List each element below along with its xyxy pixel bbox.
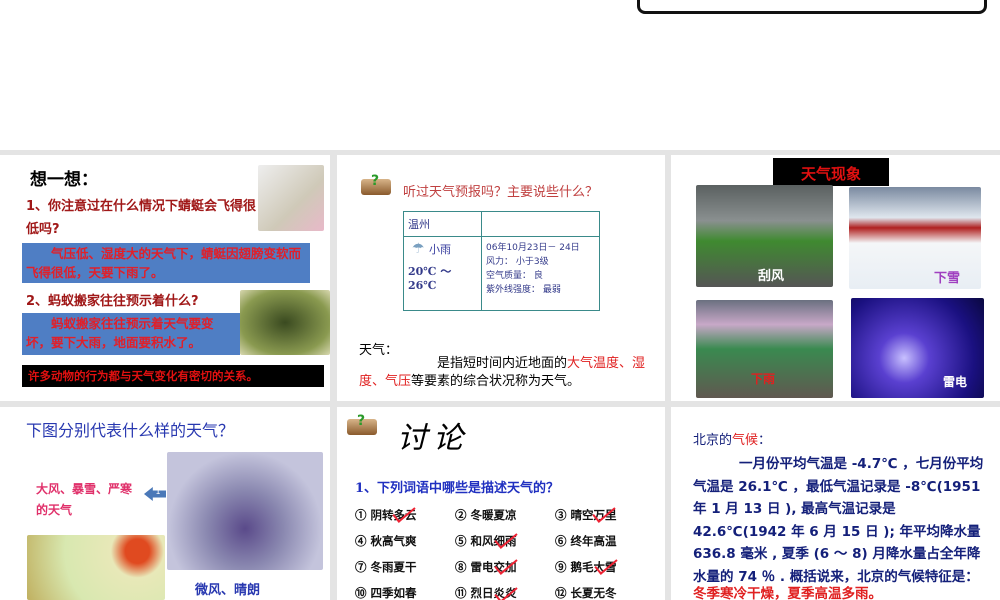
slide-thumbnail-forecast[interactable]: 听过天气预报吗？主要说些什么？ 温州 ☂ 小雨 20℃ ～26℃ 06年10月2… [337,155,665,401]
caption: 下雨 [751,372,776,386]
option: ④ 秋高气爽 [355,534,417,548]
forecast-table: 温州 ☂ 小雨 20℃ ～26℃ 06年10月23日－ 24日 风力： 小于3级空… [403,211,600,311]
slide-thumbnail-discussion[interactable]: 讨论 1、下列词语中哪些是描述天气的？ ① 阴转多云 ② 冬暖夏凉 ③ 晴空万里… [337,407,665,600]
book-question-icon [361,173,391,195]
option: ⑩ 四季如春 [355,586,417,600]
forecast-air: 空气质量： 良 [486,271,543,281]
ants-image [240,290,330,355]
forecast-date: 06年10月23日－ 24日 [486,243,580,253]
weather-label: 小雨 [429,243,452,256]
heading-highlight: 气候 [732,433,759,448]
answer-1-box: 气压低、湿度大的天气下，蜻蜓因翅膀变软而飞得很低，天要下雨了。 [22,243,310,283]
definition-text: 是指短时间内近地面的 [437,356,568,371]
forecast-wind: 风力： 小于3级 [486,257,549,267]
climate-body: 一月份平均气温是 -4.7℃ ，七月份平均气温是 26.1℃ ，最低气温记录是 … [693,456,984,585]
answer-2-box: 蚂蚁搬家往往预示着天气要变坏，要下大雨，地面要积水了。 [22,313,240,355]
discussion-question: 1、下列词语中哪些是描述天气的？ [355,481,560,496]
option: ⑦ 冬雨夏干 [355,560,417,574]
climate-conclusion: 冬季寒冷干燥，夏季高温多雨。 [693,586,882,600]
heading-text: 北京的 [693,433,733,448]
answer-2: 微风、晴朗 [195,583,261,598]
caption: 刮风 [758,269,785,284]
heading-colon: ： [758,433,772,448]
slide-thumbnail-phenomena[interactable]: 天气现象 刮风 下雪 下雨 雷电 [671,155,1000,401]
option: ② 冬暖夏凉 [455,508,517,522]
rounded-frame [637,0,987,14]
arrow-left-icon: 1 [144,487,166,501]
sunny-cartoon [27,535,165,600]
top-area [0,0,1000,150]
climate-heading: 北京的气候： [693,429,771,448]
slide-thumbnail-pictures[interactable]: 下图分别代表什么样的天气？ 大风、暴雪、严寒的天气 1 微风、晴朗 [0,407,330,600]
slide-thumbnail-beijing-climate[interactable]: 北京的气候： 一月份平均气温是 -4.7℃ ，七月份平均气温是 26.1℃ ，最… [671,407,1000,600]
slide-thumbnail-think[interactable]: 想一想： 1、你注意过在什么情况下蜻蜓会飞得很低吗? 气压低、湿度大的天气下，蜻… [0,155,330,401]
question-2: 2、蚂蚁搬家往往预示着什么? [26,294,199,309]
lightning-photo: 雷电 [851,298,984,398]
forecast-question: 听过天气预报吗？主要说些什么？ [403,185,599,200]
slide-title: 天气现象 [773,158,889,186]
rain-photo: 下雨 [696,300,833,398]
definition-text-end: 等要素的综合状况称为天气。 [411,374,581,389]
option: ⑥ 终年高温 [555,534,617,548]
city-cell: 温州 [403,211,482,237]
answer-1: 大风、暴雪、严寒的天气 [36,482,133,517]
wind-photo: 刮风 [696,185,833,287]
book-question-icon [347,413,377,435]
forecast-uv: 紫外线强度： 最弱 [486,285,561,295]
rain-cloud-icon: ☂ 小雨 [412,241,452,257]
option: ⑫ 长夏无冬 [555,586,617,600]
snow-photo: 下雪 [849,187,981,289]
dragonfly-image [258,165,324,231]
caption: 雷电 [943,375,968,389]
banner: 许多动物的行为都与天气变化有密切的关系。 [22,365,324,387]
slide-title: 想一想： [30,170,98,190]
blizzard-cartoon [167,452,323,570]
weather-definition: 是指短时间内近地面的大气温度、湿度、气压等要素的综合状况称为天气。 [359,355,659,391]
arrow-number: 1 [155,487,161,496]
question-1: 1、你注意过在什么情况下蜻蜓会飞得很低吗? [26,199,257,237]
temperature-range: 20℃ ～26℃ [408,265,452,292]
caption: 下雪 [934,271,961,286]
slide-title: 讨论 [397,421,469,456]
slide-title: 下图分别代表什么样的天气？ [26,421,235,440]
